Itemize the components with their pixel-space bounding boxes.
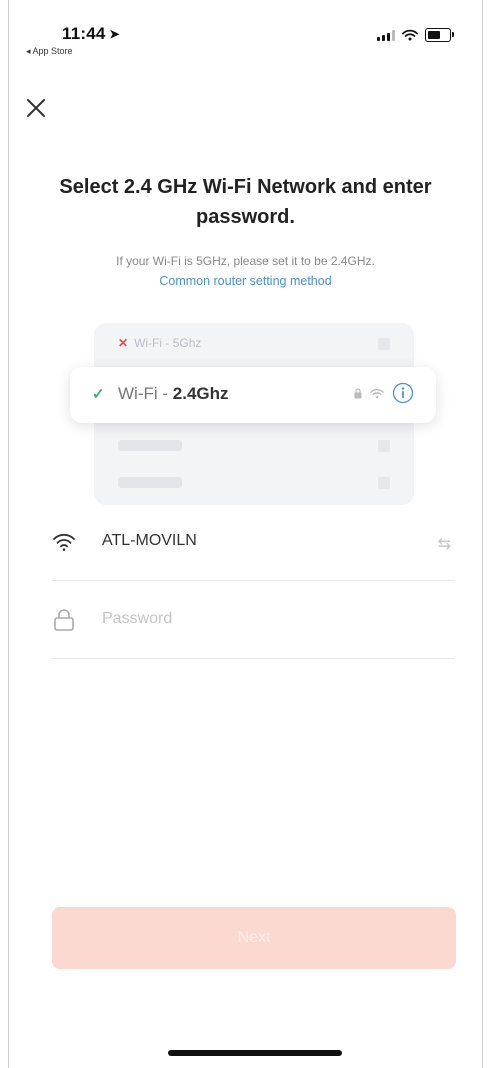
- wifi-5ghz-row: ✕ Wi-Fi - 5Ghz: [118, 336, 201, 350]
- wifi-icon: [402, 29, 418, 41]
- check-icon: ✓: [92, 386, 105, 403]
- wifi-5ghz-prefix: Wi-Fi -: [134, 336, 173, 350]
- battery-icon: [425, 28, 454, 42]
- home-indicator[interactable]: [168, 1050, 342, 1056]
- frame-edge-left: [8, 0, 9, 1068]
- close-icon[interactable]: [22, 94, 52, 124]
- frame-edge-right: [482, 0, 483, 1068]
- wifi-24ghz-icons: [354, 382, 414, 404]
- password-placeholder: Password: [102, 610, 173, 627]
- placeholder-bar: [118, 477, 182, 488]
- lock-icon: [354, 387, 362, 398]
- placeholder-square: [378, 338, 390, 350]
- password-field[interactable]: Password: [52, 582, 455, 659]
- wifi-24ghz-band: 2.4Ghz: [172, 384, 229, 403]
- placeholder-square: [378, 477, 390, 489]
- switch-network-icon[interactable]: ⇆: [438, 534, 451, 554]
- wifi-24ghz-label: Wi-Fi - 2.4Ghz: [118, 384, 229, 404]
- common-router-setting-link[interactable]: Common router setting method: [40, 274, 451, 288]
- placeholder-bar: [118, 440, 182, 451]
- status-time: 11:44 ➤: [62, 24, 120, 44]
- placeholder-square: [378, 440, 390, 452]
- status-time-text: 11:44: [62, 24, 106, 43]
- x-icon: ✕: [118, 336, 129, 350]
- wifi-24ghz-card: ✓ Wi-Fi - 2.4Ghz: [70, 367, 436, 423]
- wifi-network-field[interactable]: ATL-MOVILN ⇆: [52, 504, 455, 581]
- wifi-ssid-value: ATL-MOVILN: [102, 532, 197, 549]
- next-button[interactable]: Next: [52, 907, 456, 969]
- wifi-icon: [53, 533, 75, 551]
- signal-icon: [377, 29, 395, 41]
- frequency-hint: If your Wi-Fi is 5GHz, please set it to …: [116, 254, 375, 268]
- back-to-app-store-link[interactable]: ◂ App Store: [26, 46, 73, 57]
- wifi-5ghz-band: 5Ghz: [172, 336, 202, 350]
- status-icons: [377, 28, 454, 42]
- page-title: Select 2.4 GHz Wi-Fi Network and enter p…: [59, 176, 432, 228]
- wifi-24ghz-prefix: Wi-Fi -: [118, 384, 173, 403]
- lock-icon: [54, 609, 74, 631]
- location-arrow-icon: ➤: [109, 27, 120, 41]
- info-icon: [392, 382, 414, 404]
- wifi-icon: [370, 388, 384, 398]
